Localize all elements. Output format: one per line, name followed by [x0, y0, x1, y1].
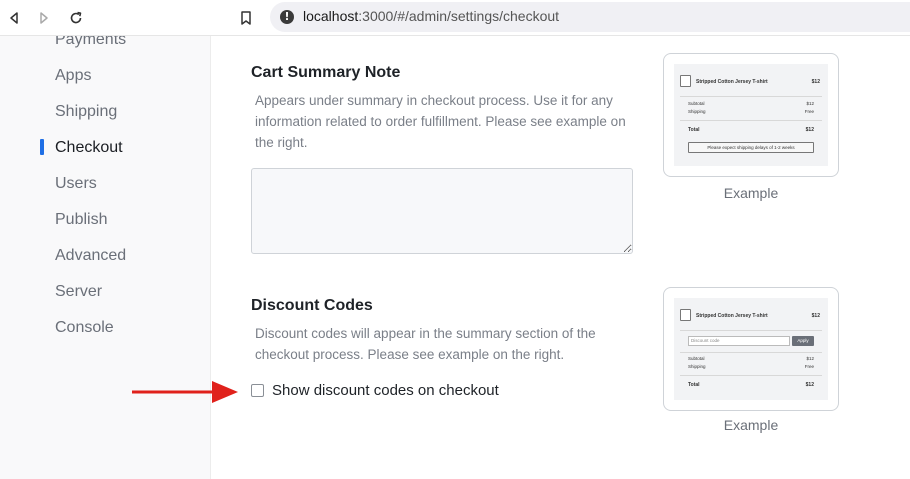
sidebar-item-apps[interactable]: Apps: [55, 67, 91, 85]
discount-preview: Stripped Cotton Jersey T-shirt $12 Disco…: [674, 298, 828, 400]
preview-shipping-label: Shipping: [688, 109, 706, 114]
preview-shipping-label: Shipping: [688, 364, 706, 369]
cart-note-title: Cart Summary Note: [251, 64, 401, 81]
preview-total-value: $12: [805, 382, 814, 388]
show-discount-codes-checkbox[interactable]: [251, 384, 264, 397]
discount-checkbox-row[interactable]: Show discount codes on checkout: [251, 382, 499, 399]
sidebar-item-publish[interactable]: Publish: [55, 211, 107, 229]
settings-sidebar: Payments Apps Shipping Checkout Users Pu…: [0, 36, 211, 479]
product-thumbnail-icon: [680, 309, 691, 321]
preview-subtotal-label: Subtotal: [688, 101, 705, 106]
preview-subtotal-value: $12: [806, 356, 814, 361]
preview-total-label: Total: [688, 127, 700, 133]
discount-example-card: Stripped Cotton Jersey T-shirt $12 Disco…: [663, 287, 839, 411]
url-text: localhost:3000/#/admin/settings/checkout: [303, 8, 559, 24]
back-icon[interactable]: [4, 8, 24, 28]
address-bar[interactable]: ! localhost:3000/#/admin/settings/checko…: [270, 2, 910, 32]
preview-apply-button: Apply: [792, 336, 814, 346]
reload-icon[interactable]: [66, 8, 86, 28]
forward-icon[interactable]: [34, 8, 54, 28]
preview-total-value: $12: [805, 127, 814, 133]
preview-shipping-value: Free: [804, 109, 814, 114]
preview-total-label: Total: [688, 382, 700, 388]
cart-note-example-card: Stripped Cotton Jersey T-shirt $12 Subto…: [663, 53, 839, 177]
info-icon[interactable]: !: [280, 10, 294, 24]
preview-product-name: Stripped Cotton Jersey T-shirt: [696, 79, 768, 85]
bookmark-icon[interactable]: [236, 8, 256, 28]
sidebar-item-advanced[interactable]: Advanced: [55, 247, 126, 265]
preview-divider: [680, 96, 822, 97]
sidebar-item-payments[interactable]: Payments: [55, 36, 126, 49]
preview-shipping-value: Free: [804, 364, 814, 369]
preview-divider: [680, 375, 822, 376]
checkout-settings-panel: Cart Summary Note Appears under summary …: [212, 36, 910, 479]
preview-product-price: $12: [811, 313, 820, 319]
red-arrow-annotation: [132, 381, 238, 403]
preview-divider: [680, 330, 822, 331]
url-host: localhost: [303, 8, 359, 24]
cart-note-example-caption: Example: [723, 185, 779, 201]
cart-note-textarea[interactable]: [251, 168, 633, 254]
sidebar-item-console[interactable]: Console: [55, 319, 114, 337]
sidebar-item-shipping[interactable]: Shipping: [55, 103, 117, 121]
discount-codes-title: Discount Codes: [251, 297, 373, 314]
preview-subtotal-value: $12: [806, 101, 814, 106]
url-path: :3000/#/admin/settings/checkout: [358, 8, 560, 24]
preview-subtotal-label: Subtotal: [688, 356, 705, 361]
preview-discount-input: Discount code: [688, 336, 790, 346]
sidebar-item-server[interactable]: Server: [55, 283, 102, 301]
show-discount-codes-label[interactable]: Show discount codes on checkout: [272, 382, 499, 399]
browser-toolbar: ! localhost:3000/#/admin/settings/checko…: [0, 0, 910, 36]
active-indicator: [40, 139, 44, 155]
cart-note-description: Appears under summary in checkout proces…: [255, 93, 626, 150]
preview-divider: [680, 352, 822, 353]
preview-note-box: Please expect shipping delays of 1-2 wee…: [688, 142, 814, 153]
sidebar-item-checkout[interactable]: Checkout: [55, 139, 123, 157]
discount-example-caption: Example: [723, 417, 779, 433]
product-thumbnail-icon: [680, 75, 691, 87]
preview-product-name: Stripped Cotton Jersey T-shirt: [696, 313, 768, 319]
preview-divider: [680, 120, 822, 121]
cart-note-preview: Stripped Cotton Jersey T-shirt $12 Subto…: [674, 64, 828, 166]
discount-codes-description: Discount codes will appear in the summar…: [255, 326, 596, 362]
sidebar-item-users[interactable]: Users: [55, 175, 97, 193]
preview-product-price: $12: [811, 79, 820, 85]
